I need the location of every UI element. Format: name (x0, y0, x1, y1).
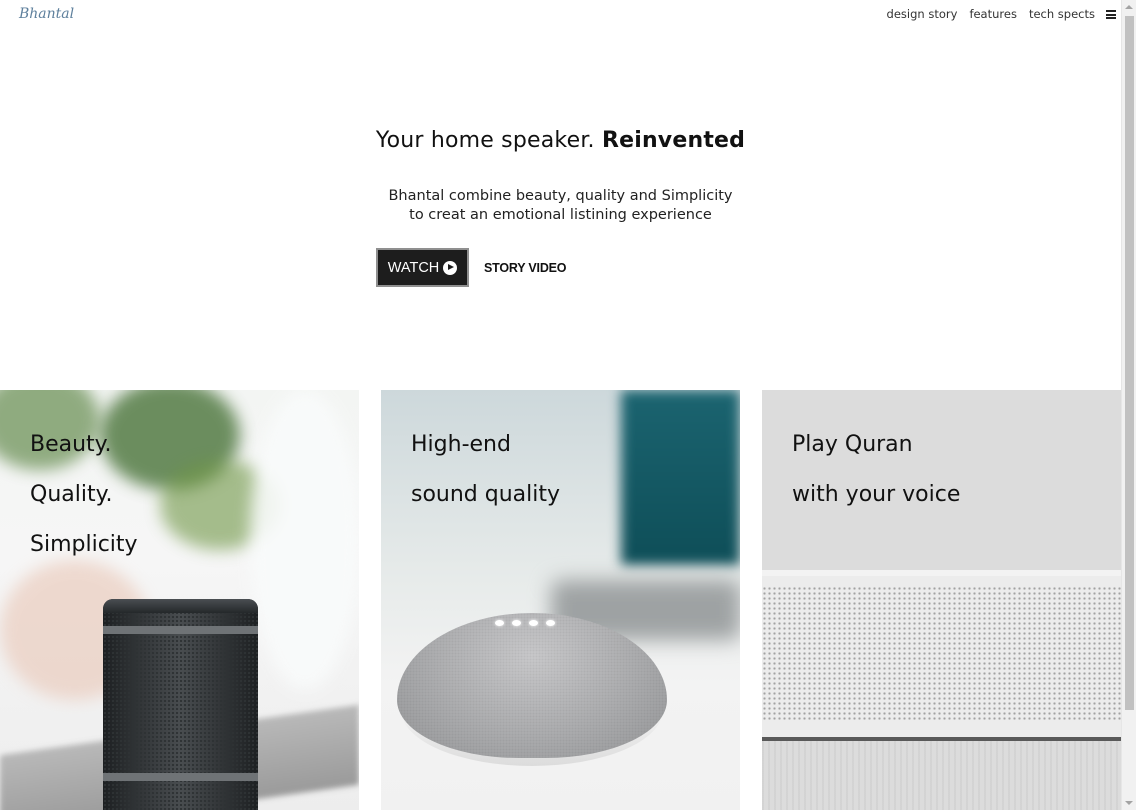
scroll-down-arrow-icon[interactable] (1125, 801, 1133, 805)
hero-title: Your home speaker. Reinvented (0, 128, 1121, 153)
feature-card-sound-quality: High-end sound quality (381, 390, 740, 810)
nav-item-features[interactable]: features (969, 7, 1017, 21)
play-circle-icon (443, 260, 458, 275)
card-line: sound quality (411, 482, 561, 507)
card-line: with your voice (792, 482, 961, 507)
hero-title-prefix: Your home speaker. (375, 128, 602, 153)
scroll-up-arrow-icon[interactable] (1125, 5, 1133, 9)
hero-subtitle-line1: Bhantal combine beauty, quality and Simp… (388, 188, 733, 204)
scrollbar-thumb[interactable] (1125, 16, 1134, 710)
card-line: Simplicity (30, 532, 138, 557)
nav-item-design-story[interactable]: design story (887, 7, 958, 21)
hamburger-menu-icon[interactable] (1106, 10, 1116, 19)
hero-subtitle: Bhantal combine beauty, quality and Simp… (0, 187, 1121, 225)
card-heading: Beauty. Quality. Simplicity (30, 420, 138, 570)
hero-subtitle-line2: to creat an emotional listining experien… (409, 207, 712, 223)
card-heading: Play Quran with your voice (792, 420, 960, 520)
watch-button[interactable]: WATCH (376, 248, 469, 287)
story-video-link[interactable]: STORY VIDEO (484, 261, 567, 275)
card-heading: High-end sound quality (411, 420, 560, 520)
watch-button-label: WATCH (387, 259, 440, 276)
feature-card-beauty: Beauty. Quality. Simplicity (0, 390, 359, 810)
brand-logo[interactable]: Bhantal (19, 6, 74, 22)
card-line: Beauty. (30, 432, 112, 457)
nav-item-tech-spects[interactable]: tech spects (1029, 7, 1095, 21)
page-scrollbar[interactable] (1121, 0, 1136, 810)
top-nav: design story features tech spects (875, 7, 1116, 21)
feature-card-voice: Play Quran with your voice (762, 390, 1121, 810)
card-line: Quality. (30, 482, 113, 507)
hero-title-emphasis: Reinvented (601, 128, 746, 153)
card-line: Play Quran (792, 432, 913, 457)
card-line: High-end (411, 432, 511, 457)
